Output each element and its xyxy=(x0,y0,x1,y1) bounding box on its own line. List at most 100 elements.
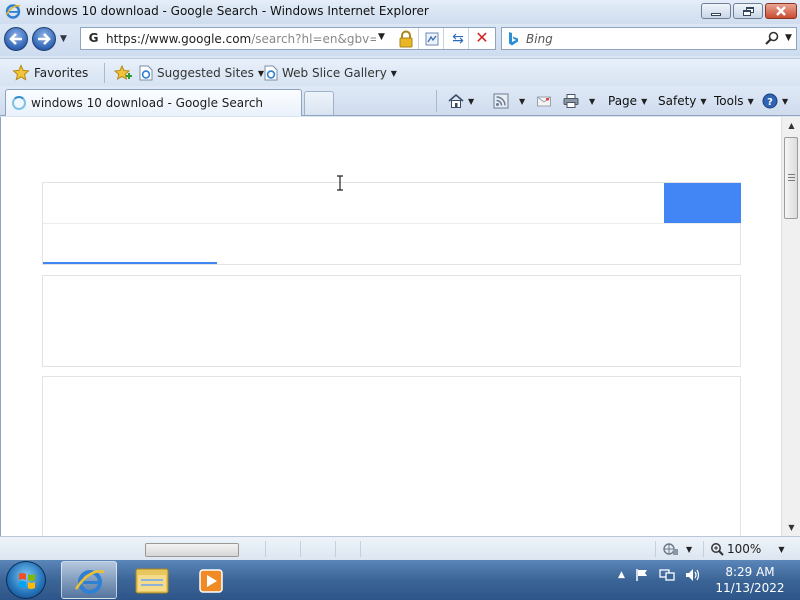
action-center-flag-icon[interactable] xyxy=(635,568,649,582)
help-icon: ? xyxy=(762,93,778,109)
favorite-link-web-slice-gallery[interactable]: Web Slice Gallery ▼ xyxy=(264,64,397,82)
taskbar-internet-explorer[interactable] xyxy=(61,561,117,599)
result-placeholder-card xyxy=(42,275,741,367)
loading-progress-bar xyxy=(43,262,218,264)
page-menu[interactable]: Page ▼ xyxy=(608,91,647,111)
safety-menu[interactable]: Safety ▼ xyxy=(658,91,707,111)
separator xyxy=(104,63,105,83)
search-form-placeholder xyxy=(42,182,741,265)
help-button[interactable]: ? ▼ xyxy=(762,91,788,111)
chevron-down-icon: ▼ xyxy=(778,544,785,554)
favorite-link-label: Web Slice Gallery xyxy=(282,66,387,80)
clock-time: 8:29 AM xyxy=(725,565,775,579)
scroll-down-arrow-icon[interactable]: ▼ xyxy=(782,519,800,536)
taskbar: ▲ 8:29 AM 11/13/2022 xyxy=(0,560,800,600)
media-player-icon xyxy=(199,569,223,593)
feeds-button[interactable]: ▼ xyxy=(493,91,525,111)
safety-menu-label: Safety xyxy=(658,94,697,108)
add-to-favorites-bar-icon[interactable] xyxy=(114,64,132,82)
tools-menu-label: Tools xyxy=(714,94,744,108)
search-submit-button[interactable] xyxy=(664,183,741,223)
compatibility-view-icon[interactable] xyxy=(424,31,440,47)
address-url[interactable]: https://www.google.com/search?hl=en&gbv=… xyxy=(106,32,376,46)
favorite-link-suggested-sites[interactable]: Suggested Sites ▼ xyxy=(139,64,264,82)
zoom-control[interactable]: 100% ▼ xyxy=(710,542,784,556)
chevron-down-icon: ▼ xyxy=(390,68,397,78)
favorites-button[interactable]: Favorites xyxy=(12,63,88,83)
search-input[interactable] xyxy=(526,30,756,47)
chevron-down-icon: ▼ xyxy=(747,96,754,106)
vertical-scrollbar[interactable]: ▲ ▼ xyxy=(781,117,800,536)
chevron-down-icon: ▼ xyxy=(468,96,475,106)
separator xyxy=(443,28,444,49)
window-title: windows 10 download - Google Search - Wi… xyxy=(26,4,429,18)
favorites-label: Favorites xyxy=(34,66,89,80)
search-icon[interactable] xyxy=(764,30,780,46)
folder-icon xyxy=(135,568,169,594)
forward-arrow-icon xyxy=(38,33,51,45)
home-button[interactable]: ▼ xyxy=(448,91,474,111)
chevron-down-icon: ▼ xyxy=(641,96,648,106)
new-tab-button[interactable] xyxy=(304,91,334,115)
tools-menu[interactable]: Tools ▼ xyxy=(714,91,754,111)
favorites-star-icon xyxy=(12,64,30,81)
search-provider-dropdown[interactable]: ▼ xyxy=(785,33,792,43)
volume-icon[interactable] xyxy=(685,568,701,582)
page-menu-label: Page xyxy=(608,94,638,108)
chevron-down-icon[interactable]: ▼ xyxy=(686,545,692,554)
refresh-icon[interactable]: ⇆ xyxy=(449,31,467,47)
title-bar: windows 10 download - Google Search - Wi… xyxy=(0,0,800,24)
text-cursor-icon xyxy=(337,175,343,191)
stop-icon[interactable]: ✕ xyxy=(474,30,490,46)
back-button[interactable] xyxy=(4,27,28,51)
internet-explorer-icon xyxy=(5,4,21,19)
chevron-down-icon: ▼ xyxy=(782,96,789,106)
forward-button[interactable] xyxy=(32,27,56,51)
minimize-button[interactable] xyxy=(701,3,731,19)
separator xyxy=(655,541,656,557)
page-content xyxy=(0,117,781,536)
svg-text:?: ? xyxy=(767,97,773,108)
separator xyxy=(360,541,361,557)
system-tray: ▲ xyxy=(618,568,701,582)
windows-logo-icon xyxy=(19,573,35,589)
bing-logo-icon xyxy=(509,32,518,46)
system-clock[interactable]: 8:29 AM 11/13/2022 xyxy=(712,564,788,596)
maximize-button[interactable] xyxy=(733,3,763,19)
chevron-down-icon: ▼ xyxy=(589,96,596,106)
status-bar: ▼ 100% ▼ xyxy=(0,536,800,560)
tab-bar: windows 10 download - Google Search ▼ ▼ xyxy=(0,86,800,116)
address-bar[interactable]: G https://www.google.com/search?hl=en&gb… xyxy=(80,27,496,50)
tab-google-search[interactable]: windows 10 download - Google Search xyxy=(5,89,302,116)
protected-mode-icon[interactable] xyxy=(663,542,679,556)
close-icon xyxy=(776,6,786,16)
separator xyxy=(468,28,469,49)
ie-page-icon xyxy=(264,65,278,81)
taskbar-media-player[interactable] xyxy=(184,561,240,599)
taskbar-windows-explorer[interactable] xyxy=(124,561,180,599)
zoom-icon xyxy=(711,543,724,556)
read-mail-button[interactable] xyxy=(536,91,552,111)
minimize-icon xyxy=(711,12,721,16)
mail-icon xyxy=(537,96,551,107)
print-button[interactable]: ▼ xyxy=(563,91,595,111)
separator xyxy=(300,541,301,557)
close-window-button[interactable] xyxy=(765,3,797,19)
start-button[interactable] xyxy=(6,561,46,599)
scrollbar-thumb[interactable] xyxy=(784,137,798,219)
back-arrow-icon xyxy=(9,33,22,45)
google-favicon-icon: G xyxy=(88,31,99,45)
recent-pages-dropdown[interactable]: ▼ xyxy=(60,34,67,44)
search-box[interactable]: ▼ xyxy=(501,27,797,50)
favorites-bar: Favorites Suggested Sites ▼ Web Slice Ga… xyxy=(0,58,800,86)
loading-spinner-icon xyxy=(12,96,26,110)
clock-date: 11/13/2022 xyxy=(715,581,785,595)
scroll-up-arrow-icon[interactable]: ▲ xyxy=(782,117,800,134)
navigation-bar: ▼ G https://www.google.com/search?hl=en&… xyxy=(0,24,800,56)
rss-feed-icon xyxy=(493,93,509,109)
separator xyxy=(703,541,704,557)
network-icon[interactable] xyxy=(659,568,675,582)
lock-icon[interactable] xyxy=(397,30,415,48)
show-hidden-icons-icon[interactable]: ▲ xyxy=(618,570,625,580)
address-dropdown[interactable]: ▼ xyxy=(378,32,385,42)
